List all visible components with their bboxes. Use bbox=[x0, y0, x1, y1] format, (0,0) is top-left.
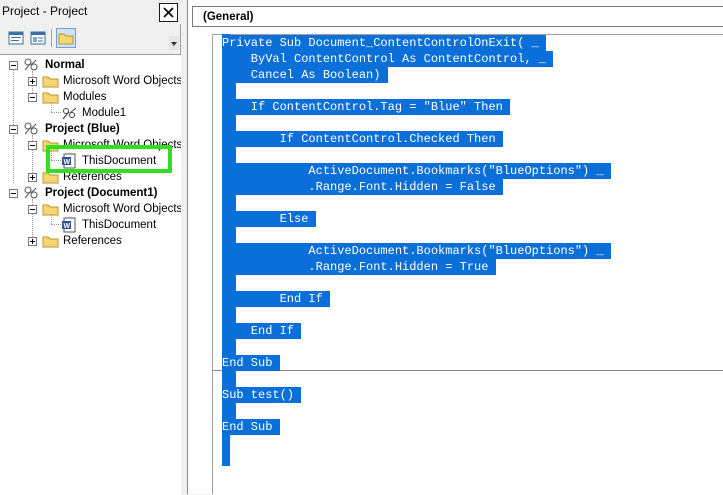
code-line[interactable]: Sub test() bbox=[222, 387, 302, 403]
code-line[interactable] bbox=[222, 339, 237, 355]
tree-label-module1: Module1 bbox=[82, 107, 127, 119]
tree-label-project-document1: Project (Document1) bbox=[45, 187, 158, 199]
code-line[interactable]: If ContentControl.Tag = "Blue" Then bbox=[222, 99, 511, 115]
vba-project-icon bbox=[24, 186, 38, 199]
tree-node-doc1-word-objects[interactable]: Microsoft Word Objects bbox=[0, 201, 181, 217]
code-line[interactable]: ActiveDocument.Bookmarks("BlueOptions") … bbox=[222, 163, 611, 179]
project-titlebar: Project - Project bbox=[0, 0, 181, 24]
folder-icon bbox=[42, 236, 59, 248]
tree-node-normal[interactable]: Normal bbox=[0, 57, 181, 73]
collapse-icon[interactable] bbox=[9, 189, 18, 198]
view-code-button[interactable] bbox=[6, 28, 26, 48]
tree-label-word-objects: Microsoft Word Objects bbox=[63, 75, 181, 87]
code-line[interactable] bbox=[222, 227, 237, 243]
collapse-icon[interactable] bbox=[28, 141, 37, 150]
folder-icon bbox=[42, 76, 59, 88]
code-line[interactable] bbox=[222, 403, 237, 419]
project-pane-title: Project - Project bbox=[2, 4, 88, 18]
tree-node-doc1-thisdocument[interactable]: W ThisDocument bbox=[0, 217, 181, 233]
code-line[interactable]: ActiveDocument.Bookmarks("BlueOptions") … bbox=[222, 243, 611, 259]
project-explorer-pane: Project - Project Normal Microsoft Word … bbox=[0, 0, 181, 495]
highlight-annotation bbox=[46, 145, 172, 173]
tree-label-word-objects: Microsoft Word Objects bbox=[63, 203, 181, 215]
code-line[interactable]: Else bbox=[222, 211, 316, 227]
collapse-icon[interactable] bbox=[9, 61, 18, 70]
vba-project-icon bbox=[24, 58, 38, 71]
code-line[interactable] bbox=[222, 307, 237, 323]
code-line[interactable]: End If bbox=[222, 323, 302, 339]
code-line[interactable] bbox=[222, 115, 237, 131]
code-line[interactable]: Cancel As Boolean) bbox=[222, 67, 388, 83]
code-line[interactable]: ByVal ContentControl As ContentControl, … bbox=[222, 51, 554, 67]
project-toolbar bbox=[0, 26, 181, 52]
tree-node-modules[interactable]: Modules bbox=[0, 89, 181, 105]
code-line[interactable] bbox=[222, 195, 237, 211]
tree-node-project-document1[interactable]: Project (Document1) bbox=[0, 185, 181, 201]
tree-node-project-blue[interactable]: Project (Blue) bbox=[0, 121, 181, 137]
toolbar-separator bbox=[51, 29, 52, 47]
code-line[interactable] bbox=[222, 275, 237, 291]
code-line[interactable]: End Sub bbox=[222, 355, 280, 371]
code-margin-indicator-bar[interactable] bbox=[188, 34, 213, 494]
folder-open-icon bbox=[42, 92, 59, 104]
scroll-arrow-icon[interactable] bbox=[169, 36, 179, 50]
collapse-icon[interactable] bbox=[9, 125, 18, 134]
close-button[interactable] bbox=[159, 3, 178, 22]
tree-label-project-blue: Project (Blue) bbox=[45, 123, 120, 135]
collapse-icon[interactable] bbox=[28, 93, 37, 102]
code-line[interactable]: .Range.Font.Hidden = True bbox=[222, 259, 496, 275]
tree-label-thisdocument: ThisDocument bbox=[82, 219, 157, 231]
expand-icon[interactable] bbox=[28, 237, 37, 246]
module-icon bbox=[62, 107, 77, 120]
project-tree: Normal Microsoft Word Objects Modules Mo… bbox=[0, 54, 181, 495]
tree-label-references: References bbox=[63, 235, 122, 247]
code-line[interactable]: If ContentControl.Checked Then bbox=[222, 131, 503, 147]
close-icon bbox=[163, 7, 174, 18]
code-line[interactable]: End Sub bbox=[222, 419, 280, 435]
word-document-icon: W bbox=[62, 217, 76, 233]
folder-open-icon bbox=[42, 204, 59, 216]
toggle-folders-button[interactable] bbox=[56, 28, 76, 48]
svg-text:W: W bbox=[64, 223, 71, 230]
tree-label-modules: Modules bbox=[63, 91, 107, 103]
vba-project-icon bbox=[24, 122, 38, 135]
tree-label-normal: Normal bbox=[45, 59, 85, 71]
tree-node-doc1-references[interactable]: References bbox=[0, 233, 181, 249]
tree-node-module1[interactable]: Module1 bbox=[0, 105, 181, 121]
tree-node-normal-word-objects[interactable]: Microsoft Word Objects bbox=[0, 73, 181, 89]
code-line[interactable] bbox=[222, 83, 237, 99]
expand-icon[interactable] bbox=[28, 173, 37, 182]
object-dropdown[interactable]: (General) bbox=[192, 6, 723, 27]
code-line[interactable]: .Range.Font.Hidden = False bbox=[222, 179, 503, 195]
object-dropdown-value: (General) bbox=[203, 11, 254, 23]
view-object-button[interactable] bbox=[28, 28, 48, 48]
code-line[interactable]: Private Sub Document_ContentControlOnExi… bbox=[222, 35, 547, 51]
view-object-icon bbox=[30, 31, 46, 45]
collapse-icon[interactable] bbox=[28, 205, 37, 214]
view-code-icon bbox=[8, 31, 24, 45]
expand-icon[interactable] bbox=[28, 77, 37, 86]
code-line[interactable] bbox=[222, 147, 237, 163]
folder-icon bbox=[58, 33, 74, 45]
code-line[interactable] bbox=[222, 371, 237, 387]
code-line[interactable]: End If bbox=[222, 291, 331, 307]
procedure-separator bbox=[213, 370, 723, 371]
